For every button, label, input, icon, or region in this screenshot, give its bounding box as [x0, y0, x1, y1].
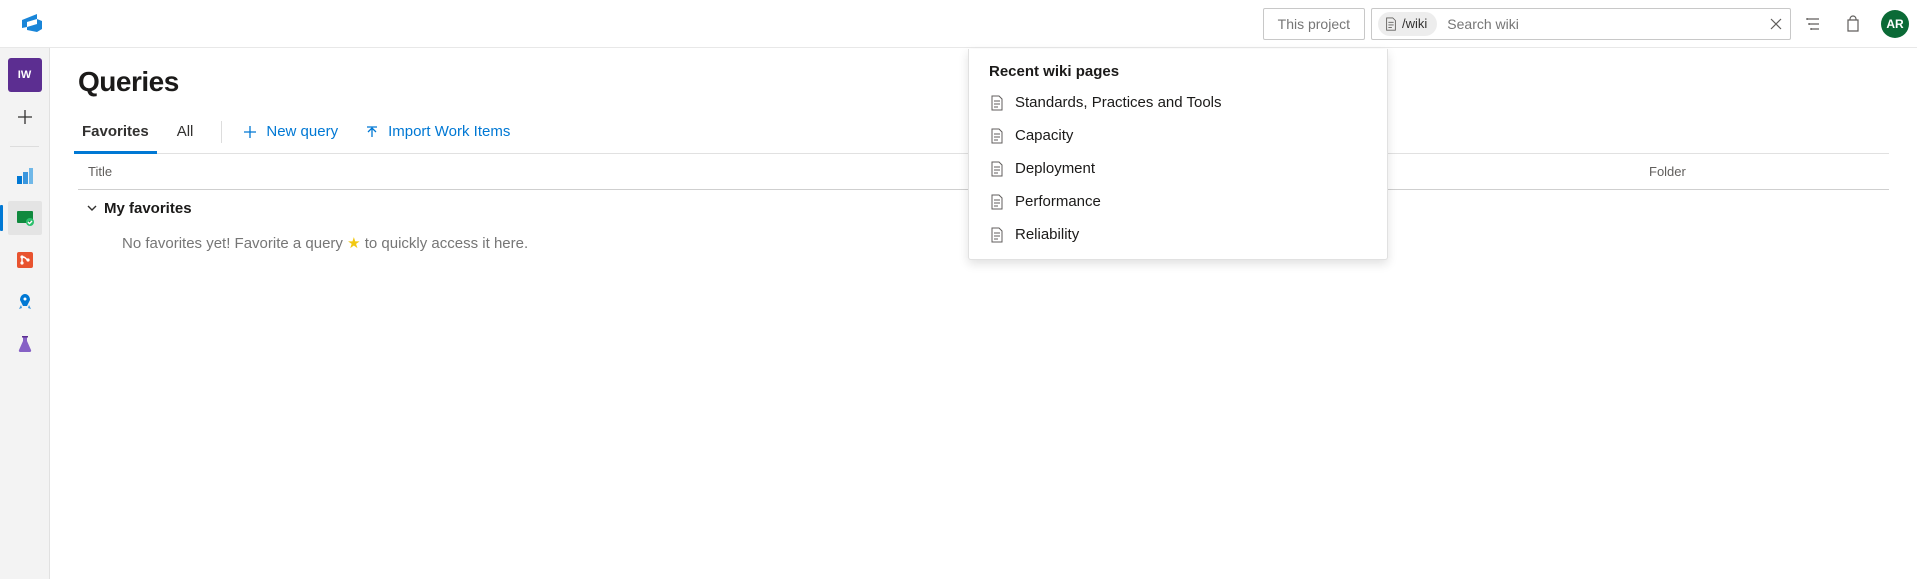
dropdown-item-label: Performance [1015, 193, 1101, 210]
dropdown-title: Recent wiki pages [969, 63, 1387, 86]
rocket-icon [15, 292, 35, 312]
dropdown-item-label: Capacity [1015, 127, 1073, 144]
boards-icon [15, 208, 35, 228]
star-icon: ★ [347, 235, 360, 252]
project-initials: IW [18, 69, 31, 81]
page-icon [1384, 17, 1398, 31]
plus-icon [15, 107, 35, 127]
dropdown-item[interactable]: Reliability [969, 218, 1387, 251]
column-title[interactable]: Title [78, 164, 1649, 179]
search-input[interactable] [1437, 10, 1762, 38]
repos-icon [15, 250, 35, 270]
search-box[interactable]: /wiki [1371, 8, 1791, 40]
flask-icon [15, 334, 35, 354]
page-icon [989, 161, 1005, 177]
close-icon [1769, 17, 1783, 31]
user-avatar[interactable]: AR [1881, 10, 1909, 38]
nav-pipelines[interactable] [8, 285, 42, 319]
import-work-items-button[interactable]: Import Work Items [364, 123, 510, 140]
scope-selector[interactable]: This project [1263, 8, 1365, 40]
dropdown-item[interactable]: Performance [969, 185, 1387, 218]
create-button[interactable] [8, 100, 42, 134]
project-tile[interactable]: IW [8, 58, 42, 92]
dropdown-item-label: Standards, Practices and Tools [1015, 94, 1222, 111]
left-nav-rail: IW [0, 48, 50, 579]
top-header: This project /wiki AR [0, 0, 1917, 48]
azure-devops-logo[interactable] [12, 12, 52, 36]
marketplace-button[interactable] [1835, 6, 1871, 42]
nav-repos[interactable] [8, 243, 42, 277]
page-icon [989, 95, 1005, 111]
shopping-bag-icon [1844, 15, 1862, 33]
azure-devops-icon [20, 12, 44, 36]
plus-icon [242, 124, 258, 140]
clear-search-button[interactable] [1762, 10, 1790, 38]
page-icon [989, 194, 1005, 210]
nav-overview[interactable] [8, 159, 42, 193]
chevron-down-icon [84, 200, 100, 216]
tab-all[interactable]: All [173, 110, 198, 153]
search-filter-chip-label: /wiki [1402, 16, 1427, 31]
dropdown-item-label: Deployment [1015, 160, 1095, 177]
toolbar-separator [221, 121, 222, 143]
filter-icon [1804, 15, 1822, 33]
dropdown-item-label: Reliability [1015, 226, 1079, 243]
upload-icon [364, 124, 380, 140]
nav-test-plans[interactable] [8, 327, 42, 361]
dropdown-item[interactable]: Deployment [969, 152, 1387, 185]
dropdown-item[interactable]: Standards, Practices and Tools [969, 86, 1387, 119]
tabs: Favorites All [78, 110, 217, 153]
search-filter-chip[interactable]: /wiki [1378, 12, 1437, 36]
column-folder[interactable]: Folder [1649, 164, 1889, 179]
dashboard-icon [15, 166, 35, 186]
new-query-button[interactable]: New query [242, 123, 338, 140]
filter-button[interactable] [1795, 6, 1831, 42]
page-icon [989, 227, 1005, 243]
page-icon [989, 128, 1005, 144]
nav-boards[interactable] [8, 201, 42, 235]
tab-favorites[interactable]: Favorites [78, 110, 153, 153]
dropdown-item[interactable]: Capacity [969, 119, 1387, 152]
search-suggestions-dropdown: Recent wiki pages Standards, Practices a… [968, 49, 1388, 260]
scope-label: This project [1278, 16, 1350, 32]
avatar-initials: AR [1886, 17, 1903, 31]
rail-separator [10, 146, 39, 147]
